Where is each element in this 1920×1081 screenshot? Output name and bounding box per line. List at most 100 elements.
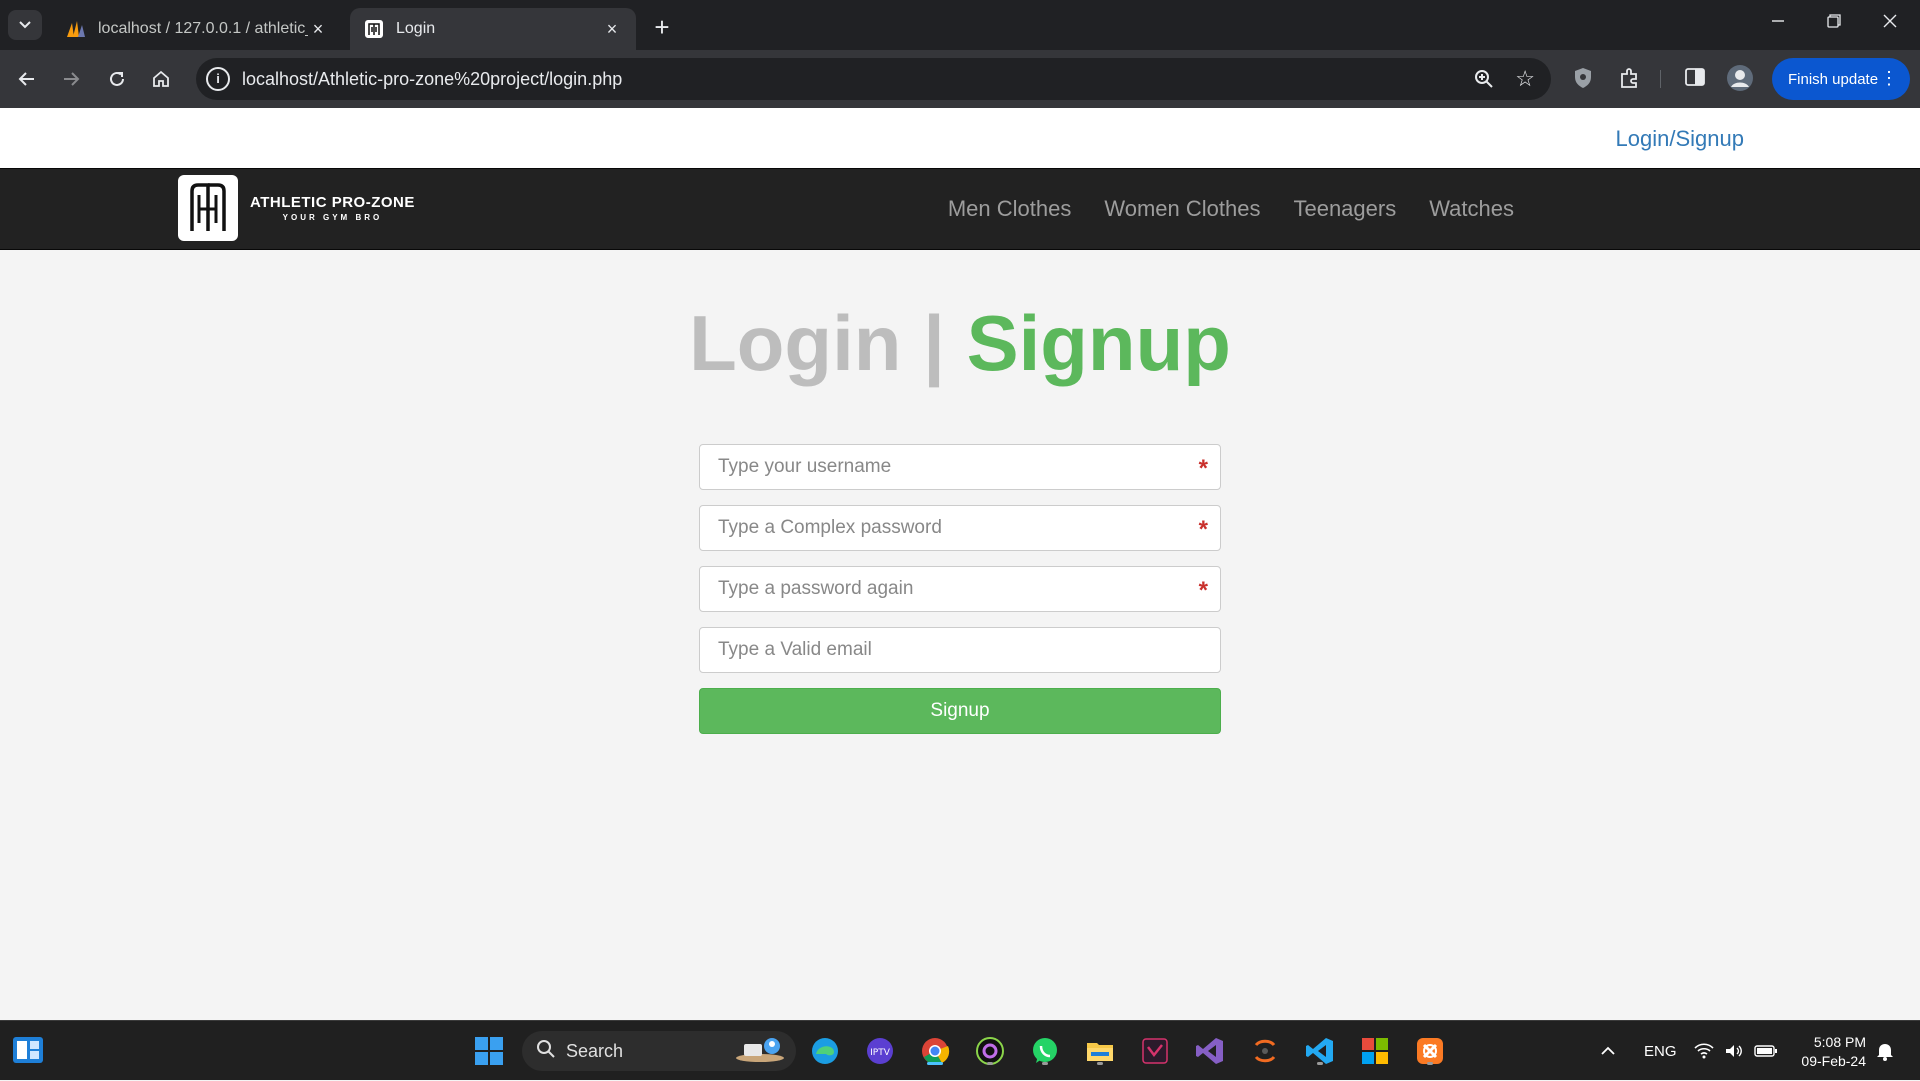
file-explorer-icon[interactable]	[1083, 1034, 1117, 1068]
brand-text: ATHLETIC PRO-ZONE YOUR GYM BRO	[250, 194, 415, 222]
email-field	[699, 627, 1221, 673]
clock-date: 09-Feb-24	[1801, 1053, 1866, 1069]
username-input[interactable]	[700, 445, 1220, 489]
phpmyadmin-icon	[66, 19, 86, 39]
app-tile-icon[interactable]	[1138, 1034, 1172, 1068]
running-indicator	[1097, 1062, 1103, 1065]
wifi-icon[interactable]	[1694, 1021, 1714, 1081]
svg-text:IPTV: IPTV	[870, 1048, 891, 1058]
running-indicator	[987, 1062, 993, 1065]
finish-update-button[interactable]: Finish update ⋮	[1772, 58, 1910, 100]
edge-icon[interactable]	[808, 1034, 842, 1068]
running-indicator	[1317, 1062, 1323, 1065]
chevron-up-icon	[1601, 1046, 1615, 1055]
start-windows-icon[interactable]	[472, 1034, 506, 1068]
extensions-puzzle-icon[interactable]	[1618, 66, 1642, 95]
email-input[interactable]	[700, 628, 1220, 672]
brand-logo-icon	[178, 175, 238, 241]
taskbar-search[interactable]: Search	[522, 1031, 796, 1071]
close-window-icon[interactable]	[1870, 12, 1910, 33]
password-input[interactable]	[700, 506, 1220, 550]
password-field: *	[699, 505, 1221, 551]
nav-watches[interactable]: Watches	[1429, 196, 1514, 222]
iptv-app-icon[interactable]: IPTV	[863, 1034, 897, 1068]
search-highlight-icon	[730, 1034, 788, 1069]
tab-search-button[interactable]	[8, 10, 42, 40]
close-tab-icon[interactable]: ×	[602, 19, 622, 40]
site-favicon-icon	[364, 19, 384, 39]
running-indicator	[1042, 1062, 1048, 1065]
new-tab-button[interactable]: +	[648, 12, 676, 43]
required-asterisk: *	[1198, 516, 1208, 543]
bookmark-star-icon[interactable]: ☆	[1515, 66, 1535, 92]
toolbar-divider	[1660, 70, 1661, 88]
search-label: Search	[566, 1040, 624, 1061]
nav-men-clothes[interactable]: Men Clothes	[948, 196, 1072, 222]
browser-tabstrip: localhost / 127.0.0.1 / athletic_p × Log…	[0, 0, 1920, 50]
zoom-icon[interactable]	[1473, 68, 1495, 95]
url-text[interactable]: localhost/Athletic-pro-zone%20project/lo…	[242, 69, 622, 90]
browser-toolbar: i localhost/Athletic-pro-zone%20project/…	[0, 50, 1920, 108]
page-viewport: Login/Signup ATHLETIC PRO-ZONE YOUR GYM …	[0, 108, 1920, 1020]
signup-form: * * * Signup	[699, 444, 1221, 734]
running-indicator	[1427, 1062, 1433, 1065]
chevron-down-icon	[19, 21, 31, 29]
nav-women-clothes[interactable]: Women Clothes	[1104, 196, 1260, 222]
visual-studio-icon[interactable]	[1193, 1034, 1227, 1068]
restore-icon[interactable]	[1814, 12, 1854, 33]
required-asterisk: *	[1198, 455, 1208, 482]
forward-button[interactable]	[56, 64, 86, 94]
clock-time: 5:08 PM	[1813, 1034, 1866, 1050]
signup-heading[interactable]: Signup	[967, 299, 1231, 387]
obs-camera-icon[interactable]	[973, 1034, 1007, 1068]
back-arrow-icon	[18, 72, 34, 86]
heading-separator: |	[923, 299, 945, 387]
reload-icon	[110, 71, 124, 86]
brand-tagline: YOUR GYM BRO	[282, 213, 383, 222]
tab-title: Login	[396, 20, 436, 37]
whatsapp-icon[interactable]	[1028, 1034, 1062, 1068]
shield-extension-icon[interactable]	[1572, 66, 1594, 95]
chrome-icon[interactable]	[918, 1034, 952, 1068]
nav-teenagers[interactable]: Teenagers	[1293, 196, 1396, 222]
system-clock[interactable]: 5:08 PM 09-Feb-24	[1801, 1033, 1866, 1071]
brand-name: ATHLETIC PRO-ZONE	[250, 194, 415, 211]
back-button[interactable]	[12, 64, 42, 94]
color-tiles-app-icon[interactable]	[1358, 1034, 1392, 1068]
top-bar: Login/Signup	[0, 108, 1920, 168]
brand-logo[interactable]: ATHLETIC PRO-ZONE YOUR GYM BRO	[178, 175, 415, 241]
tab-login[interactable]: Login ×	[350, 8, 636, 50]
more-menu-icon[interactable]: ⋮	[1880, 68, 1898, 89]
volume-icon[interactable]	[1724, 1021, 1744, 1081]
battery-icon[interactable]	[1754, 1021, 1778, 1081]
show-hidden-icons-button[interactable]	[1600, 1021, 1616, 1081]
home-icon	[153, 70, 169, 87]
widgets-icon[interactable]	[12, 1035, 44, 1065]
login-heading[interactable]: Login	[689, 299, 901, 387]
xampp-icon[interactable]	[1413, 1034, 1447, 1068]
main-navbar: ATHLETIC PRO-ZONE YOUR GYM BRO Men Cloth…	[0, 168, 1920, 250]
forward-arrow-icon	[64, 72, 80, 86]
confirm-password-field: *	[699, 566, 1221, 612]
close-tab-icon[interactable]: ×	[308, 19, 328, 40]
site-info-icon[interactable]: i	[206, 67, 230, 91]
finish-update-label: Finish update	[1788, 70, 1879, 88]
page-title: Login | Signup	[0, 298, 1920, 389]
running-indicator	[927, 1062, 943, 1065]
language-indicator[interactable]: ENG	[1644, 1021, 1677, 1081]
tab-phpmyadmin[interactable]: localhost / 127.0.0.1 / athletic_p ×	[52, 8, 342, 50]
address-bar[interactable]: i localhost/Athletic-pro-zone%20project/…	[196, 58, 1551, 100]
home-button[interactable]	[146, 64, 176, 94]
search-icon	[536, 1039, 556, 1064]
confirm-password-input[interactable]	[700, 567, 1220, 611]
minimize-icon[interactable]	[1758, 12, 1798, 33]
vscode-icon[interactable]	[1303, 1034, 1337, 1068]
notifications-bell-icon[interactable]	[1876, 1021, 1894, 1081]
java-ide-icon[interactable]	[1248, 1034, 1282, 1068]
reload-button[interactable]	[102, 64, 132, 94]
login-signup-link[interactable]: Login/Signup	[1616, 126, 1744, 152]
profile-avatar-icon[interactable]	[1726, 64, 1754, 97]
username-field: *	[699, 444, 1221, 490]
signup-button[interactable]: Signup	[699, 688, 1221, 734]
side-panel-icon[interactable]	[1684, 66, 1706, 93]
